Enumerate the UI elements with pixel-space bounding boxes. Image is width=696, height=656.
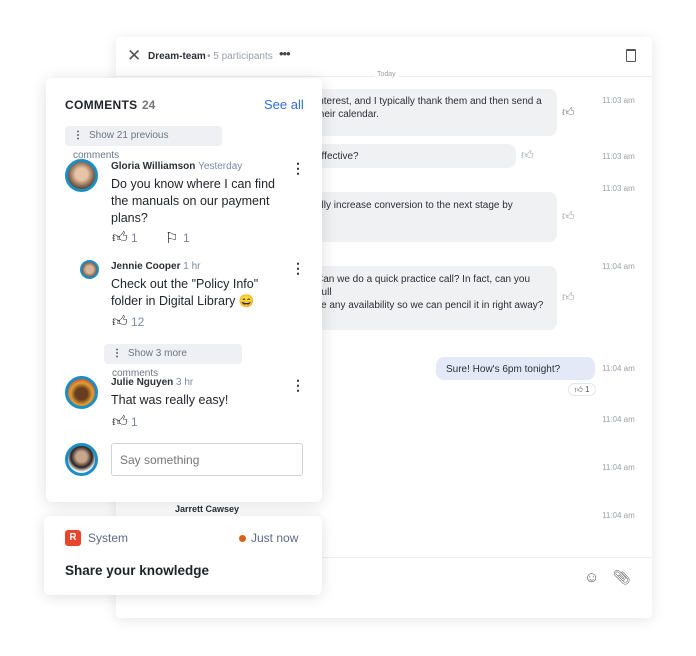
close-icon[interactable]: ✕	[127, 46, 141, 66]
avatar	[65, 159, 98, 192]
comment-time: Yesterday	[198, 161, 243, 172]
message-time: 11:04 am	[602, 415, 635, 424]
message-time: 11:03 am	[602, 96, 635, 105]
system-logo-icon: R	[65, 530, 81, 546]
date-divider: Today	[374, 71, 399, 78]
status-dot	[239, 535, 246, 542]
comment-text: Check out the "Policy Info" folder in Di…	[111, 277, 259, 308]
message-time: 11:04 am	[602, 262, 635, 271]
message-time: 11:03 am	[602, 184, 635, 193]
like-count: 1	[131, 415, 138, 429]
thumbs-up-icon[interactable]: 👍︎	[112, 229, 128, 247]
comment-author: Julie Nguyen	[111, 377, 174, 388]
show-previous-button[interactable]: ⋮ Show 21 previous comments	[65, 126, 222, 161]
thumbs-up-icon[interactable]: 👍︎	[521, 148, 534, 163]
paperclip-icon[interactable]: 📎︎	[613, 569, 631, 586]
comment-author: Jennie Cooper	[111, 261, 181, 272]
see-all-link[interactable]: See all	[264, 97, 304, 112]
sender-name: Jarrett Cawsey	[175, 504, 240, 514]
comment-menu-icon[interactable]: ⋮	[291, 161, 305, 175]
current-user-avatar	[65, 443, 98, 476]
system-label: System	[88, 531, 129, 545]
comment-time: 1 hr	[183, 261, 201, 272]
comment-input[interactable]	[111, 443, 303, 476]
thumbs-up-icon[interactable]: 👍︎	[112, 413, 128, 431]
message-time: 11:04 am	[602, 511, 635, 520]
like-count: 1	[131, 231, 138, 245]
comment-menu-icon[interactable]: ⋮	[291, 261, 305, 275]
comment-author: Gloria Williamson Yesterday	[111, 161, 243, 172]
notification-message: Share your knowledge	[65, 563, 210, 578]
reaction-badge[interactable]: 👍︎ 1	[568, 383, 596, 396]
avatar	[65, 376, 98, 409]
like-count: 12	[131, 315, 145, 329]
message-time: 11:03 am	[602, 152, 635, 161]
participants-count: • 5 participants	[207, 51, 273, 62]
message-time: 11:04 am	[602, 364, 635, 373]
flag-count: 1	[183, 231, 190, 245]
emoji-icon[interactable]: ☺	[584, 569, 599, 586]
comment-text: That was really easy!	[111, 393, 229, 407]
own-message-bubble: Sure! How's 6pm tonight?	[436, 357, 595, 380]
comments-title: COMMENTS	[65, 98, 138, 112]
show-more-label: Show 3 more comments	[112, 348, 187, 379]
comment-menu-icon[interactable]: ⋮	[291, 378, 305, 392]
thumbs-up-icon[interactable]: 👍︎	[562, 209, 575, 224]
thumbs-up-icon[interactable]: 👍︎	[112, 313, 128, 331]
comments-panel: COMMENTS 24 See all ⋮ Show 21 previous co…	[46, 78, 322, 502]
show-more-button[interactable]: ⋮ Show 3 more comments	[104, 344, 242, 379]
kebab-icon: ⋮	[73, 130, 83, 141]
thumbs-up-icon[interactable]: 👍︎	[562, 290, 575, 305]
show-previous-label: Show 21 previous comments	[73, 130, 169, 161]
thumbs-up-filled-icon[interactable]: 👍︎	[562, 105, 575, 120]
trash-icon[interactable]	[626, 49, 636, 62]
message-bubble: ally increase conversion to the next sta…	[306, 192, 557, 242]
kebab-icon: ⋮	[112, 348, 122, 359]
message-bubble: interest, and I typically thank them and…	[306, 89, 557, 136]
message-time: 11:04 am	[602, 463, 635, 472]
avatar	[80, 260, 99, 279]
chat-title: Dream-team	[148, 51, 206, 62]
message-bubble: effective?	[306, 144, 516, 168]
participants-label: 5 participants	[213, 51, 273, 62]
flag-icon[interactable]: ⚐	[165, 229, 178, 247]
system-notification: R System Just now Share your knowledge	[44, 516, 322, 595]
notification-time: Just now	[251, 531, 299, 545]
comment-text: Do you know where I can find the manuals…	[111, 177, 275, 225]
message-bubble: Can we do a quick practice call? In fact…	[306, 266, 557, 330]
reaction-count: 1	[585, 385, 590, 394]
comment-time: 3 hr	[176, 377, 194, 388]
more-options-icon[interactable]: •••	[279, 46, 291, 61]
comments-count: 24	[142, 98, 156, 112]
thumbs-up-filled-icon: 👍︎	[574, 385, 583, 394]
